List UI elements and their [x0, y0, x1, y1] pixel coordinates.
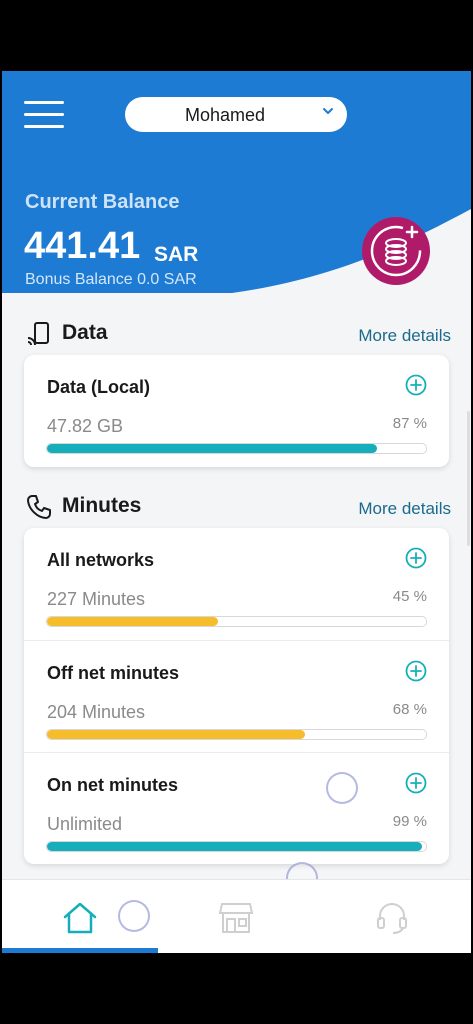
progress-fill	[47, 730, 305, 739]
usage-progress-bar	[46, 616, 427, 627]
data-section-title: Data	[62, 321, 108, 344]
add-circle-icon[interactable]	[405, 772, 427, 794]
bottom-tab-bar	[2, 879, 471, 953]
usage-percent: 45 %	[392, 588, 427, 605]
usage-row-off-net: Off net minutes 204 Minutes 68 %	[24, 640, 449, 753]
balance-currency: SAR	[154, 243, 199, 266]
usage-percent: 99 %	[392, 813, 427, 830]
usage-title: All networks	[47, 550, 155, 570]
account-name: Mohamed	[184, 105, 266, 125]
usage-percent: 68 %	[392, 701, 427, 718]
usage-progress-bar	[46, 841, 427, 852]
minutes-section-header: Minutes More details	[26, 492, 451, 526]
app-screen: Mohamed Current Balance 441.41 SAR Bonus…	[2, 71, 471, 953]
balance-header: Mohamed Current Balance 441.41 SAR Bonus…	[2, 71, 471, 311]
usage-row-all-networks: All networks 227 Minutes 45 %	[24, 528, 449, 640]
home-icon	[63, 902, 97, 934]
data-card: Data (Local) 47.82 GB 87 %	[24, 355, 449, 467]
usage-amount: 204 Minutes	[47, 702, 146, 722]
touch-indicator	[326, 772, 358, 804]
data-section-header: Data More details	[26, 319, 451, 353]
signal-device-icon	[27, 322, 49, 346]
active-tab-indicator	[2, 948, 158, 953]
usage-progress-bar	[46, 443, 427, 454]
account-selector[interactable]: Mohamed	[125, 97, 347, 132]
usage-row-data-local: Data (Local) 47.82 GB 87 %	[24, 355, 449, 467]
tab-support[interactable]	[314, 880, 470, 953]
add-circle-icon[interactable]	[405, 660, 427, 682]
usage-amount: 47.82 GB	[47, 416, 124, 436]
usage-title: Off net minutes	[47, 663, 180, 683]
usage-amount: Unlimited	[47, 814, 123, 834]
balance-amount: 441.41	[24, 225, 141, 267]
usage-title: Data (Local)	[47, 377, 151, 397]
bonus-balance: Bonus Balance 0.0 SAR	[25, 271, 197, 288]
headset-icon	[377, 903, 407, 934]
hamburger-menu-icon[interactable]	[24, 101, 64, 129]
add-circle-icon[interactable]	[405, 374, 427, 396]
progress-fill	[47, 617, 218, 626]
usage-progress-bar	[46, 729, 427, 740]
add-circle-icon[interactable]	[405, 547, 427, 569]
usage-percent: 87 %	[392, 415, 427, 432]
data-more-details-link[interactable]: More details	[358, 326, 451, 346]
usage-amount: 227 Minutes	[47, 589, 146, 609]
tab-store[interactable]	[158, 880, 314, 953]
topup-button[interactable]	[362, 217, 430, 285]
chevron-down-icon	[323, 108, 333, 114]
progress-fill	[47, 444, 377, 453]
phone-icon	[27, 495, 51, 519]
usage-row-on-net: On net minutes Unlimited 99 %	[24, 752, 449, 865]
balance-label: Current Balance	[25, 191, 180, 213]
scroll-indicator[interactable]	[467, 411, 470, 546]
usage-title: On net minutes	[47, 775, 179, 795]
touch-indicator	[118, 900, 150, 932]
minutes-card: All networks 227 Minutes 45 % Off net mi…	[24, 528, 449, 864]
store-icon	[218, 903, 254, 933]
minutes-section-title: Minutes	[62, 494, 142, 517]
tab-home[interactable]	[2, 880, 158, 953]
minutes-more-details-link[interactable]: More details	[358, 499, 451, 519]
progress-fill	[47, 842, 423, 851]
coins-plus-icon	[370, 225, 422, 277]
